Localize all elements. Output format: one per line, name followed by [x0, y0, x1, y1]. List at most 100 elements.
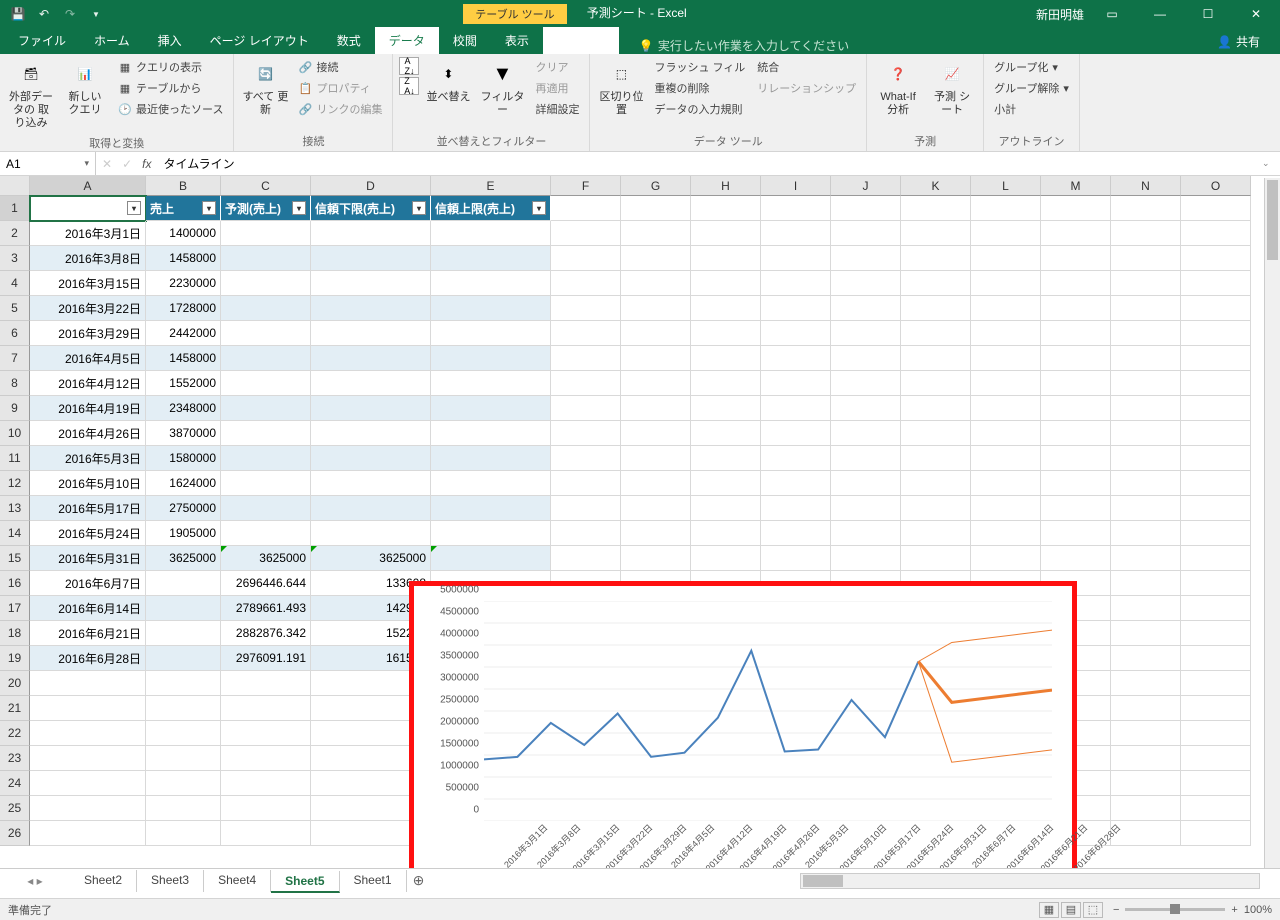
- cell[interactable]: 3625000: [221, 546, 311, 571]
- cell[interactable]: [901, 421, 971, 446]
- cell[interactable]: [146, 621, 221, 646]
- cell[interactable]: 売上▾: [146, 196, 221, 221]
- cell[interactable]: [146, 696, 221, 721]
- cell[interactable]: [431, 546, 551, 571]
- cell[interactable]: [146, 796, 221, 821]
- cell[interactable]: [1111, 571, 1181, 596]
- cell[interactable]: [691, 271, 761, 296]
- cell[interactable]: [621, 196, 691, 221]
- cell[interactable]: [1041, 371, 1111, 396]
- sheet-nav[interactable]: ◂ ▸: [0, 874, 70, 888]
- cell[interactable]: [621, 371, 691, 396]
- cell[interactable]: [1111, 746, 1181, 771]
- col-header-I[interactable]: I: [761, 176, 831, 196]
- cell[interactable]: [621, 446, 691, 471]
- row-header-6[interactable]: 6: [0, 321, 30, 346]
- cell[interactable]: [691, 521, 761, 546]
- row-header-22[interactable]: 22: [0, 721, 30, 746]
- col-header-O[interactable]: O: [1181, 176, 1251, 196]
- cell[interactable]: 1400000: [146, 221, 221, 246]
- cell[interactable]: [221, 221, 311, 246]
- cell[interactable]: [1181, 721, 1251, 746]
- cell[interactable]: [831, 471, 901, 496]
- cell[interactable]: 1458000: [146, 346, 221, 371]
- cell[interactable]: [1181, 196, 1251, 221]
- cell[interactable]: [221, 421, 311, 446]
- tab-挿入[interactable]: 挿入: [144, 27, 196, 54]
- col-header-E[interactable]: E: [431, 176, 551, 196]
- col-header-D[interactable]: D: [311, 176, 431, 196]
- col-header-F[interactable]: F: [551, 176, 621, 196]
- cell[interactable]: [221, 721, 311, 746]
- cell[interactable]: [30, 771, 146, 796]
- cell[interactable]: [761, 271, 831, 296]
- cell[interactable]: 1580000: [146, 446, 221, 471]
- horizontal-scrollbar[interactable]: [800, 873, 1260, 889]
- cell[interactable]: [761, 396, 831, 421]
- row-header-26[interactable]: 26: [0, 821, 30, 846]
- cell[interactable]: [431, 396, 551, 421]
- cell[interactable]: [221, 771, 311, 796]
- cell[interactable]: 2016年3月22日: [30, 296, 146, 321]
- cell[interactable]: 2016年3月29日: [30, 321, 146, 346]
- cell[interactable]: [901, 271, 971, 296]
- row-header-17[interactable]: 17: [0, 596, 30, 621]
- cell[interactable]: 2016年5月31日: [30, 546, 146, 571]
- cell[interactable]: [1111, 371, 1181, 396]
- cell[interactable]: 2348000: [146, 396, 221, 421]
- cell[interactable]: [1111, 671, 1181, 696]
- cell[interactable]: [551, 496, 621, 521]
- cell[interactable]: 2016年5月10日: [30, 471, 146, 496]
- cell[interactable]: [311, 296, 431, 321]
- row-header-2[interactable]: 2: [0, 221, 30, 246]
- cell[interactable]: [1181, 296, 1251, 321]
- cell[interactable]: [691, 371, 761, 396]
- cell[interactable]: [431, 421, 551, 446]
- cell[interactable]: [1181, 671, 1251, 696]
- cell[interactable]: [691, 246, 761, 271]
- row-header-1[interactable]: 1: [0, 196, 30, 221]
- cell[interactable]: [971, 221, 1041, 246]
- cell[interactable]: [1111, 546, 1181, 571]
- tab-ページ レイアウト[interactable]: ページ レイアウト: [196, 27, 323, 54]
- cell[interactable]: [691, 321, 761, 346]
- cell[interactable]: [691, 446, 761, 471]
- cell[interactable]: [221, 471, 311, 496]
- cell[interactable]: [691, 396, 761, 421]
- sort-button[interactable]: ⬍並べ替え: [423, 57, 473, 106]
- redo-icon[interactable]: ↷: [58, 3, 82, 25]
- cell[interactable]: [971, 546, 1041, 571]
- cell[interactable]: 2016年4月5日: [30, 346, 146, 371]
- cell[interactable]: [1111, 696, 1181, 721]
- cell[interactable]: 2016年4月19日: [30, 396, 146, 421]
- cell[interactable]: [221, 346, 311, 371]
- cell[interactable]: 2750000: [146, 496, 221, 521]
- filter-dropdown-icon[interactable]: ▾: [532, 201, 546, 215]
- cell[interactable]: [901, 321, 971, 346]
- external-data-button[interactable]: 🗃外部データの 取り込み: [6, 57, 56, 133]
- cell[interactable]: [431, 471, 551, 496]
- sheet-tab-Sheet5[interactable]: Sheet5: [271, 871, 339, 893]
- cell[interactable]: [831, 546, 901, 571]
- col-header-A[interactable]: A: [30, 176, 146, 196]
- cell[interactable]: [311, 371, 431, 396]
- cell[interactable]: [1041, 246, 1111, 271]
- cell[interactable]: 1728000: [146, 296, 221, 321]
- cell[interactable]: [221, 296, 311, 321]
- cell[interactable]: [1181, 271, 1251, 296]
- cell[interactable]: [901, 521, 971, 546]
- cell[interactable]: [221, 696, 311, 721]
- cell[interactable]: [146, 771, 221, 796]
- subtotal-button[interactable]: 小計: [990, 99, 1073, 119]
- cell[interactable]: 予測(売上)▾: [221, 196, 311, 221]
- cell[interactable]: 2016年6月28日: [30, 646, 146, 671]
- cell[interactable]: [901, 371, 971, 396]
- cell[interactable]: [431, 446, 551, 471]
- cell[interactable]: [1111, 721, 1181, 746]
- cell[interactable]: [431, 346, 551, 371]
- cell[interactable]: [831, 371, 901, 396]
- cell[interactable]: [551, 521, 621, 546]
- cell[interactable]: [621, 396, 691, 421]
- col-header-L[interactable]: L: [971, 176, 1041, 196]
- cell[interactable]: [1181, 796, 1251, 821]
